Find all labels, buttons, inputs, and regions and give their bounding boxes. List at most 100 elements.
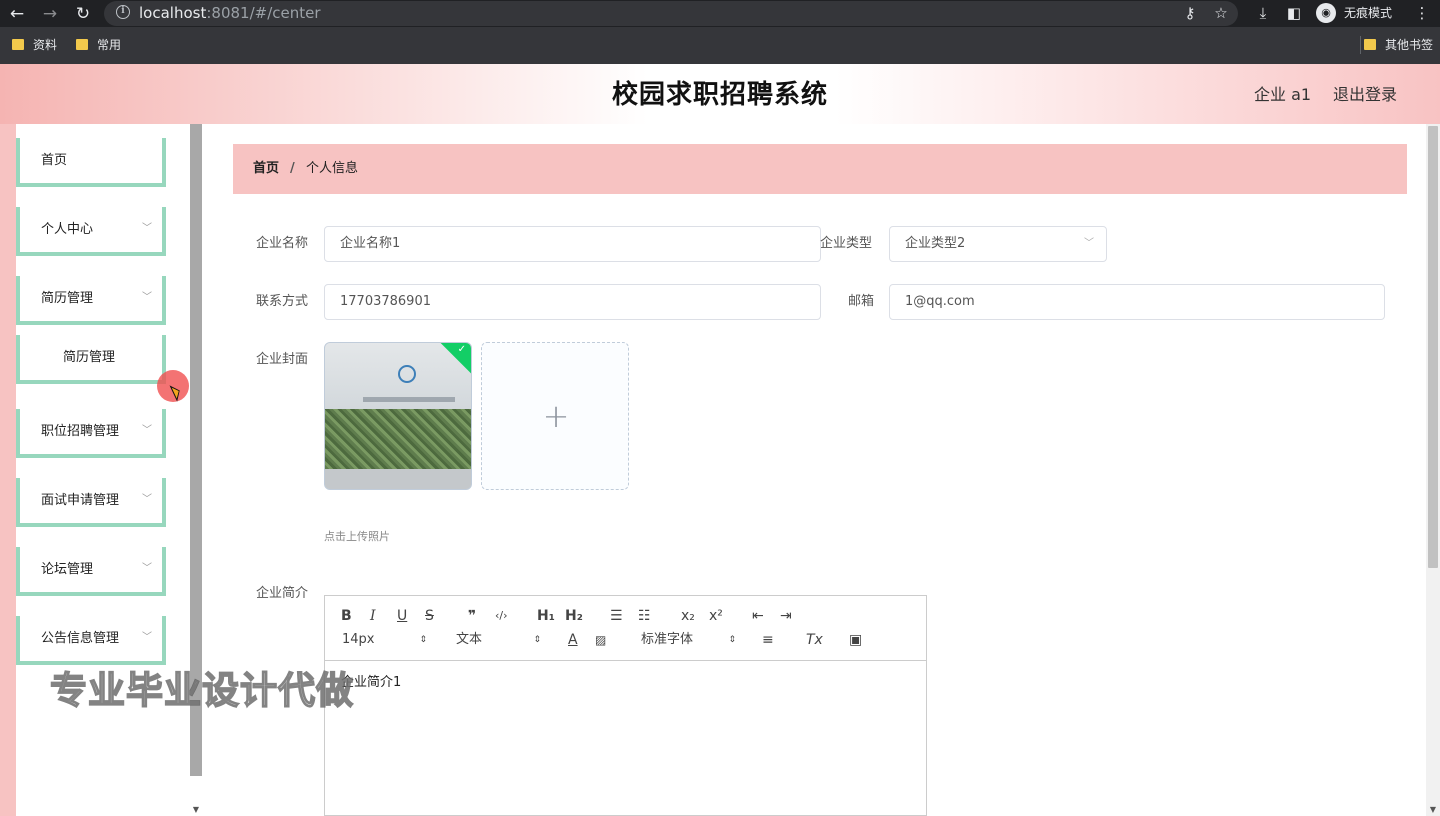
cover-photo-plants xyxy=(325,409,471,469)
breadcrumb-separator: / xyxy=(290,161,295,176)
subscript-icon[interactable]: x₂ xyxy=(681,607,695,625)
strikethrough-icon[interactable]: S xyxy=(425,607,434,625)
company-type-label: 企业类型 xyxy=(820,236,873,251)
cover-photo-sign xyxy=(363,397,455,402)
check-icon: ✓ xyxy=(457,344,466,355)
sidebar-item-job-recruitment[interactable]: 职位招聘管理 ﹀ xyxy=(16,409,166,458)
upload-button[interactable]: + xyxy=(481,342,629,490)
blockquote-icon[interactable]: ❞ xyxy=(468,607,476,625)
email-input[interactable]: 1@qq.com xyxy=(889,284,1385,320)
cover-label: 企业封面 xyxy=(256,352,309,367)
bold-icon[interactable]: B xyxy=(341,607,352,625)
image-icon[interactable]: ▣ xyxy=(849,631,862,649)
sidebar-item-announcement[interactable]: 公告信息管理 ﹀ xyxy=(16,616,166,665)
italic-icon[interactable]: I xyxy=(370,607,376,625)
outdent-icon[interactable]: ⇤ xyxy=(752,607,764,625)
cover-photo-wall xyxy=(325,343,471,418)
sidebar-item-resume-management[interactable]: 简历管理 ﹀ xyxy=(16,276,166,325)
folder-icon xyxy=(12,39,24,50)
forward-icon[interactable]: → xyxy=(39,3,61,25)
block-type-select[interactable]: 文本 ⇕ xyxy=(456,631,541,649)
breadcrumb: 首页 / 个人信息 xyxy=(233,144,1407,194)
watermark-text: 专业毕业设计代做 xyxy=(49,668,354,713)
font-family-value: 标准字体 xyxy=(641,632,694,647)
chevron-down-icon: ﹀ xyxy=(142,292,152,303)
sidebar-item-interview-application[interactable]: 面试申请管理 ﹀ xyxy=(16,478,166,527)
font-size-value: 14px xyxy=(342,632,375,647)
chevron-down-icon: ﹀ xyxy=(142,632,152,643)
logout-link[interactable]: 退出登录 xyxy=(1333,84,1397,106)
star-icon[interactable]: ☆ xyxy=(1211,3,1231,23)
chevron-down-icon: ﹀ xyxy=(142,563,152,574)
side-panel-icon[interactable]: ◧ xyxy=(1284,3,1304,23)
sidebar-item-home[interactable]: 首页 xyxy=(16,138,166,187)
block-type-value: 文本 xyxy=(456,632,483,647)
site-info-icon[interactable]: i xyxy=(116,5,130,19)
folder-icon xyxy=(76,39,88,50)
back-icon[interactable]: ← xyxy=(6,3,28,25)
sidebar-item-label: 简历管理 xyxy=(41,291,94,306)
sidebar-subitem-resume-management[interactable]: 简历管理 xyxy=(16,335,166,384)
incognito-icon[interactable]: ◉ xyxy=(1316,3,1336,23)
sidebar-item-label: 面试申请管理 xyxy=(41,493,120,508)
upload-tip: 点击上传照片 xyxy=(324,530,390,543)
bookmark-separator xyxy=(1360,36,1361,54)
company-type-value: 企业类型2 xyxy=(905,236,966,251)
indent-icon[interactable]: ⇥ xyxy=(780,607,792,625)
updown-icon: ⇕ xyxy=(533,635,541,645)
chevron-down-icon: ﹀ xyxy=(142,223,152,234)
sidebar-scroll-down-icon[interactable]: ▼ xyxy=(190,804,202,816)
contact-label: 联系方式 xyxy=(256,294,309,309)
menu-kebab-icon[interactable]: ⋮ xyxy=(1412,3,1432,23)
company-name-label: 企业名称 xyxy=(256,236,309,251)
cover-photo-floor xyxy=(325,469,471,489)
clear-format-icon[interactable]: Tx xyxy=(806,631,823,649)
rich-text-editor: B I U S ❞ ‹/› H₁ H₂ ☰ ☷ x₂ x² ⇤ ⇥ 14px ⇕ … xyxy=(324,595,927,816)
chevron-down-icon: ﹀ xyxy=(1084,238,1094,249)
sidebar-item-label: 公告信息管理 xyxy=(41,631,120,646)
heading-1-icon[interactable]: H₁ xyxy=(537,607,555,625)
main-scroll-down-icon[interactable]: ▼ xyxy=(1428,804,1438,816)
sidebar-item-label: 简历管理 xyxy=(63,350,116,365)
font-color-icon[interactable]: A xyxy=(568,631,578,649)
company-name-input[interactable]: 企业名称1 xyxy=(324,226,821,262)
sidebar-item-personal-center[interactable]: 个人中心 ﹀ xyxy=(16,207,166,256)
sidebar-item-label: 个人中心 xyxy=(41,222,94,237)
incognito-label[interactable]: 无痕模式 xyxy=(1344,5,1392,21)
contact-input[interactable]: 17703786901 xyxy=(324,284,821,320)
underline-icon[interactable]: U xyxy=(397,607,407,625)
superscript-icon[interactable]: x² xyxy=(709,607,723,625)
font-size-select[interactable]: 14px ⇕ xyxy=(342,631,427,649)
ordered-list-icon[interactable]: ☰ xyxy=(610,607,623,625)
cover-photo-logo xyxy=(398,365,416,383)
bookmark-folder-other[interactable]: 其他书签 xyxy=(1364,37,1433,53)
uploaded-cover-image[interactable]: ✓ xyxy=(324,342,472,490)
url-text[interactable]: localhost:8081/#/center xyxy=(139,4,321,22)
download-icon[interactable]: ⤓ xyxy=(1253,3,1273,23)
heading-2-icon[interactable]: H₂ xyxy=(565,607,583,625)
key-icon[interactable]: ⚷ xyxy=(1180,3,1200,23)
font-family-select[interactable]: 标准字体 ⇕ xyxy=(641,631,736,649)
sidebar-item-label: 首页 xyxy=(41,153,68,168)
sidebar-item-label: 职位招聘管理 xyxy=(41,424,120,439)
bullet-list-icon[interactable]: ☷ xyxy=(638,607,651,625)
bookmark-folder-ziliao[interactable]: 资料 xyxy=(12,37,57,53)
breadcrumb-current: 个人信息 xyxy=(306,161,359,176)
code-block-icon[interactable]: ‹/› xyxy=(495,607,508,625)
bookmark-folder-changyong[interactable]: 常用 xyxy=(76,37,121,53)
background-color-icon[interactable]: ▨ xyxy=(595,631,606,649)
align-icon[interactable]: ≡ xyxy=(762,631,774,649)
folder-icon xyxy=(1364,39,1376,50)
chevron-down-icon: ﹀ xyxy=(142,425,152,436)
intro-label: 企业简介 xyxy=(256,586,309,601)
main-scrollbar-thumb[interactable] xyxy=(1428,126,1438,568)
plus-icon: + xyxy=(542,397,570,435)
updown-icon: ⇕ xyxy=(728,635,736,645)
app-title: 校园求职招聘系统 xyxy=(611,80,828,110)
reload-icon[interactable]: ↻ xyxy=(72,3,94,25)
chevron-down-icon: ﹀ xyxy=(142,494,152,505)
company-type-select[interactable]: 企业类型2 ﹀ xyxy=(889,226,1107,262)
sidebar-item-forum[interactable]: 论坛管理 ﹀ xyxy=(16,547,166,596)
breadcrumb-home[interactable]: 首页 xyxy=(253,160,279,178)
sidebar-item-label: 论坛管理 xyxy=(41,562,94,577)
